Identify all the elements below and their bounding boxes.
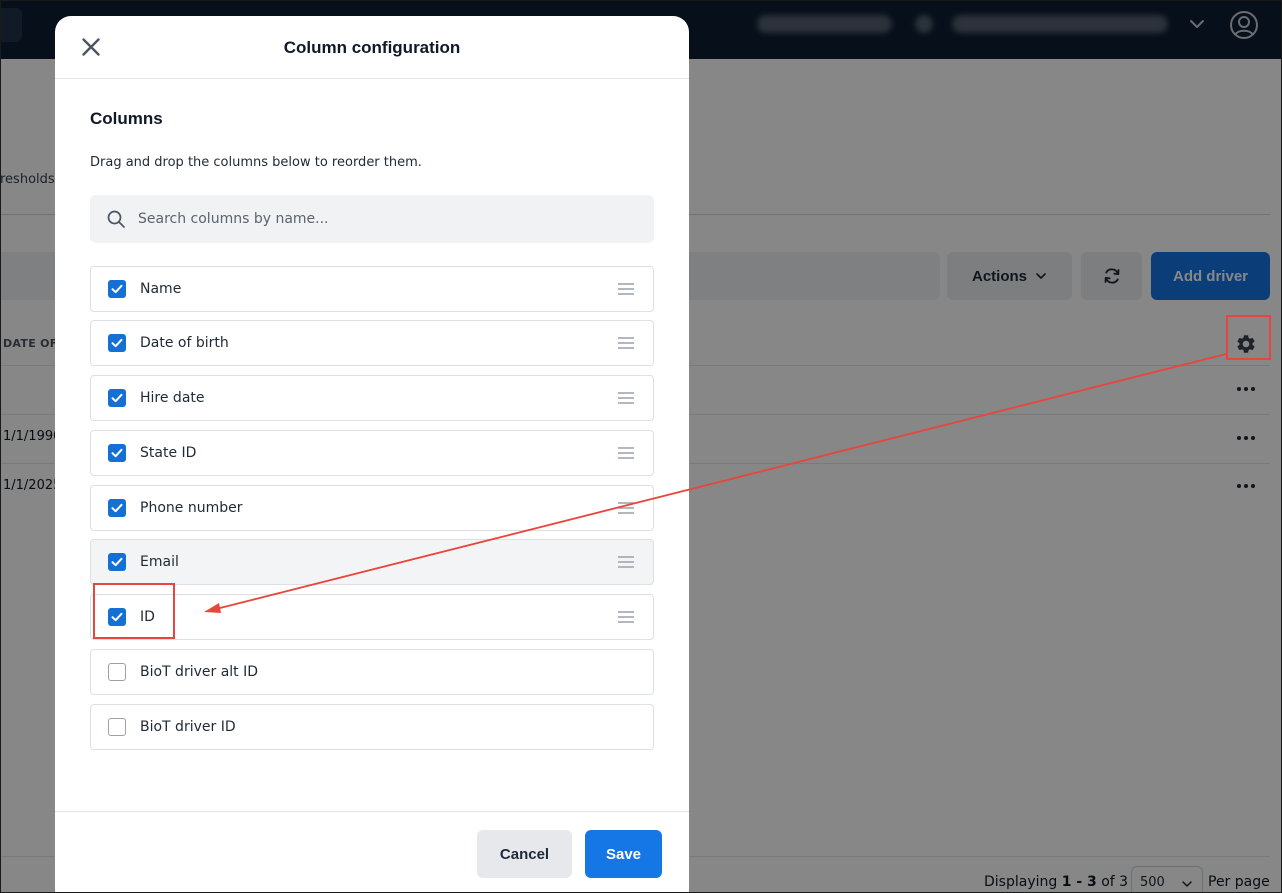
save-button[interactable]: Save	[585, 830, 662, 878]
search-icon	[107, 210, 125, 228]
drag-handle-icon[interactable]	[618, 502, 634, 514]
column-item-hire-date[interactable]: Hire date	[90, 375, 654, 421]
column-label: BioT driver ID	[140, 719, 236, 735]
column-label: Hire date	[140, 390, 205, 406]
column-checkbox[interactable]	[108, 280, 126, 298]
column-search-input[interactable]	[138, 195, 638, 243]
annotation-highlight-id-checkbox	[93, 583, 175, 639]
column-item-phone-number[interactable]: Phone number	[90, 485, 654, 531]
column-checkbox[interactable]	[108, 334, 126, 352]
cancel-button[interactable]: Cancel	[477, 830, 572, 878]
checkmark-icon	[111, 503, 123, 513]
column-checkbox[interactable]	[108, 553, 126, 571]
column-search	[90, 195, 654, 243]
column-item-state-id[interactable]: State ID	[90, 430, 654, 476]
annotation-highlight-gear	[1226, 315, 1271, 360]
drag-handle-icon[interactable]	[618, 392, 634, 404]
column-configuration-dialog: Column configuration Columns Drag and dr…	[55, 16, 689, 893]
drag-handle-icon[interactable]	[618, 556, 634, 568]
column-label: BioT driver alt ID	[140, 664, 259, 680]
column-checkbox[interactable]	[108, 499, 126, 517]
column-item-biot-driver-alt-id[interactable]: BioT driver alt ID	[90, 649, 654, 695]
column-item-biot-driver-id[interactable]: BioT driver ID	[90, 704, 654, 750]
column-label: Phone number	[140, 500, 243, 516]
checkmark-icon	[111, 557, 123, 567]
column-item-name[interactable]: Name	[90, 266, 654, 312]
column-item-date-of-birth[interactable]: Date of birth	[90, 320, 654, 366]
column-checkbox[interactable]	[108, 718, 126, 736]
column-label: Date of birth	[140, 335, 229, 351]
column-label: Name	[140, 281, 182, 297]
column-checkbox[interactable]	[108, 444, 126, 462]
column-label: State ID	[140, 445, 197, 461]
dialog-title: Column configuration	[283, 38, 461, 57]
column-item-email[interactable]: Email	[90, 539, 654, 585]
columns-heading: Columns	[90, 109, 163, 128]
drag-handle-icon[interactable]	[618, 283, 634, 295]
column-checkbox[interactable]	[108, 663, 126, 681]
drag-handle-icon[interactable]	[618, 611, 634, 623]
checkmark-icon	[111, 393, 123, 403]
checkmark-icon	[111, 448, 123, 458]
dialog-footer-divider	[55, 811, 689, 812]
checkmark-icon	[111, 338, 123, 348]
column-label: Email	[140, 554, 179, 570]
reorder-instructions: Drag and drop the columns below to reord…	[90, 155, 422, 170]
drag-handle-icon[interactable]	[618, 447, 634, 459]
checkmark-icon	[111, 284, 123, 294]
column-checkbox[interactable]	[108, 389, 126, 407]
drag-handle-icon[interactable]	[618, 337, 634, 349]
dialog-header: Column configuration	[55, 16, 689, 79]
